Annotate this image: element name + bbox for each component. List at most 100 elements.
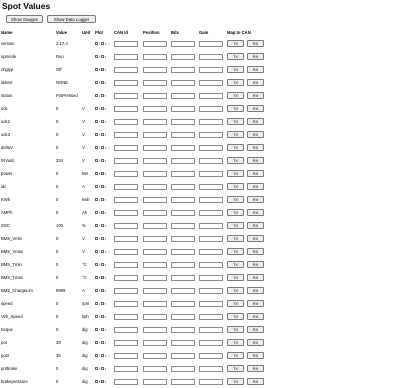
plot-checkbox[interactable] xyxy=(95,276,98,280)
rx-button[interactable]: RX xyxy=(247,105,264,112)
plot-checkbox[interactable] xyxy=(95,198,98,202)
rx-button[interactable]: RX xyxy=(247,365,264,372)
bits-input[interactable] xyxy=(171,183,195,190)
bits-input[interactable] xyxy=(171,313,195,320)
tx-button[interactable]: TX xyxy=(227,53,244,60)
plot-right-checkbox[interactable] xyxy=(100,367,104,371)
can-id-input[interactable] xyxy=(114,339,138,346)
bits-input[interactable] xyxy=(171,300,195,307)
can-id-input[interactable] xyxy=(114,274,138,281)
position-input[interactable] xyxy=(143,92,167,99)
bits-input[interactable] xyxy=(171,196,195,203)
plot-right-checkbox[interactable] xyxy=(100,328,104,332)
plot-checkbox[interactable] xyxy=(95,354,98,358)
plot-checkbox[interactable] xyxy=(95,237,98,241)
plot-checkbox[interactable] xyxy=(95,211,98,215)
plot-right-checkbox[interactable] xyxy=(100,120,104,124)
can-id-input[interactable] xyxy=(114,365,138,372)
tx-button[interactable]: TX xyxy=(227,365,244,372)
bits-input[interactable] xyxy=(171,79,195,86)
bits-input[interactable] xyxy=(171,261,195,268)
plot-checkbox[interactable] xyxy=(95,133,98,137)
plot-checkbox[interactable] xyxy=(95,120,98,124)
can-id-input[interactable] xyxy=(114,222,138,229)
gain-input[interactable] xyxy=(199,326,223,333)
can-id-input[interactable] xyxy=(114,326,138,333)
gain-input[interactable] xyxy=(199,105,223,112)
rx-button[interactable]: RX xyxy=(247,53,264,60)
bits-input[interactable] xyxy=(171,118,195,125)
rx-button[interactable]: RX xyxy=(247,352,264,359)
can-id-input[interactable] xyxy=(114,157,138,164)
position-input[interactable] xyxy=(143,248,167,255)
position-input[interactable] xyxy=(143,118,167,125)
bits-input[interactable] xyxy=(171,352,195,359)
tx-button[interactable]: TX xyxy=(227,339,244,346)
bits-input[interactable] xyxy=(171,40,195,47)
gain-input[interactable] xyxy=(199,261,223,268)
position-input[interactable] xyxy=(143,144,167,151)
plot-checkbox[interactable] xyxy=(95,224,98,228)
bits-input[interactable] xyxy=(171,248,195,255)
rx-button[interactable]: RX xyxy=(247,261,264,268)
rx-button[interactable]: RX xyxy=(247,209,264,216)
plot-checkbox[interactable] xyxy=(95,185,98,189)
gain-input[interactable] xyxy=(199,209,223,216)
plot-right-checkbox[interactable] xyxy=(100,198,104,202)
rx-button[interactable]: RX xyxy=(247,157,264,164)
plot-right-checkbox[interactable] xyxy=(100,341,104,345)
tx-button[interactable]: TX xyxy=(227,170,244,177)
can-id-input[interactable] xyxy=(114,131,138,138)
gain-input[interactable] xyxy=(199,131,223,138)
bits-input[interactable] xyxy=(171,131,195,138)
position-input[interactable] xyxy=(143,235,167,242)
rx-button[interactable]: RX xyxy=(247,131,264,138)
can-id-input[interactable] xyxy=(114,248,138,255)
plot-checkbox[interactable] xyxy=(95,94,98,98)
plot-checkbox[interactable] xyxy=(95,55,98,59)
gain-input[interactable] xyxy=(199,339,223,346)
plot-checkbox[interactable] xyxy=(95,380,98,384)
rx-button[interactable]: RX xyxy=(247,144,264,151)
plot-right-checkbox[interactable] xyxy=(100,107,104,111)
bits-input[interactable] xyxy=(171,274,195,281)
position-input[interactable] xyxy=(143,300,167,307)
tx-button[interactable]: TX xyxy=(227,300,244,307)
gain-input[interactable] xyxy=(199,222,223,229)
rx-button[interactable]: RX xyxy=(247,118,264,125)
plot-right-checkbox[interactable] xyxy=(100,94,104,98)
tx-button[interactable]: TX xyxy=(227,222,244,229)
bits-input[interactable] xyxy=(171,53,195,60)
plot-right-checkbox[interactable] xyxy=(100,81,104,85)
rx-button[interactable]: RX xyxy=(247,287,264,294)
plot-checkbox[interactable] xyxy=(95,315,98,319)
can-id-input[interactable] xyxy=(114,79,138,86)
tx-button[interactable]: TX xyxy=(227,40,244,47)
plot-checkbox[interactable] xyxy=(95,81,98,85)
can-id-input[interactable] xyxy=(114,209,138,216)
position-input[interactable] xyxy=(143,170,167,177)
tx-button[interactable]: TX xyxy=(227,313,244,320)
plot-right-checkbox[interactable] xyxy=(100,354,104,358)
gain-input[interactable] xyxy=(199,313,223,320)
gain-input[interactable] xyxy=(199,53,223,60)
bits-input[interactable] xyxy=(171,378,195,385)
gain-input[interactable] xyxy=(199,248,223,255)
can-id-input[interactable] xyxy=(114,92,138,99)
rx-button[interactable]: RX xyxy=(247,378,264,385)
bits-input[interactable] xyxy=(171,222,195,229)
tx-button[interactable]: TX xyxy=(227,131,244,138)
plot-checkbox[interactable] xyxy=(95,367,98,371)
plot-right-checkbox[interactable] xyxy=(100,211,104,215)
tx-button[interactable]: TX xyxy=(227,66,244,73)
rx-button[interactable]: RX xyxy=(247,92,264,99)
tx-button[interactable]: TX xyxy=(227,261,244,268)
rx-button[interactable]: RX xyxy=(247,326,264,333)
gain-input[interactable] xyxy=(199,170,223,177)
rx-button[interactable]: RX xyxy=(247,170,264,177)
bits-input[interactable] xyxy=(171,326,195,333)
tx-button[interactable]: TX xyxy=(227,144,244,151)
rx-button[interactable]: RX xyxy=(247,274,264,281)
rx-button[interactable]: RX xyxy=(247,79,264,86)
bits-input[interactable] xyxy=(171,66,195,73)
